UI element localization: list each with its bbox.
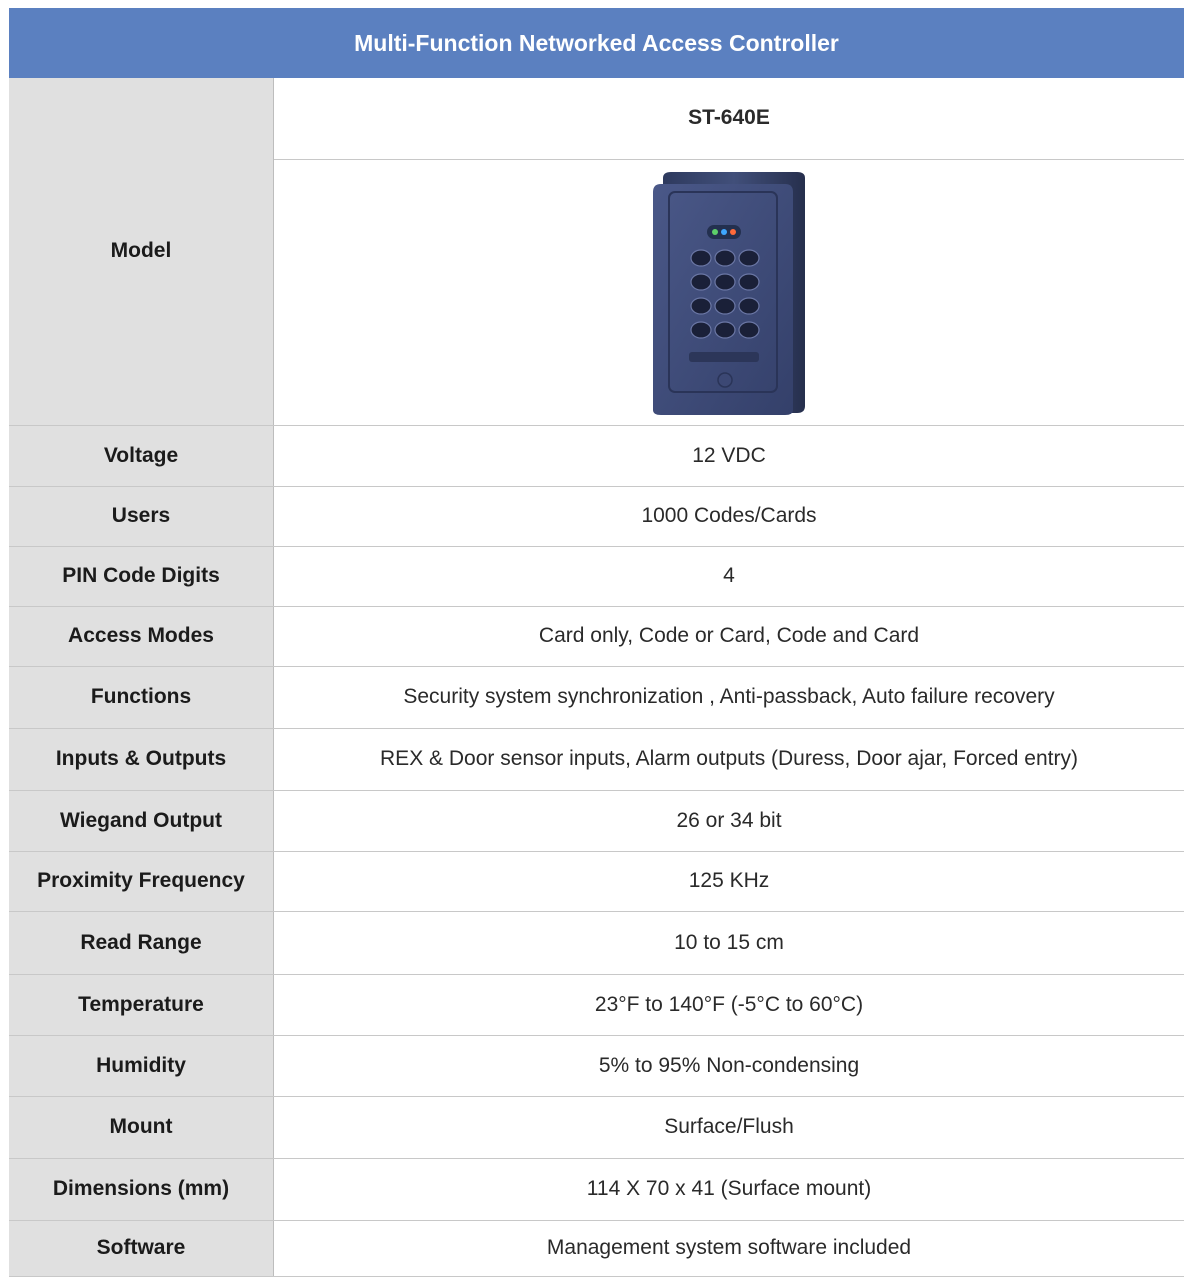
spec-row: PIN Code Digits 4 [9,546,1184,606]
spec-value: Card only, Code or Card, Code and Card [274,606,1184,666]
spec-row: Mount Surface/Flush [9,1096,1184,1158]
spec-value: Surface/Flush [274,1096,1184,1158]
spec-row: Software Management system software incl… [9,1220,1184,1276]
spec-row: Read Range 10 to 15 cm [9,911,1184,974]
model-row: Model ST-640E [9,78,1184,159]
spec-row: Wiegand Output 26 or 34 bit [9,790,1184,851]
spec-value: 10 to 15 cm [274,911,1184,974]
spec-row: Inputs & Outputs REX & Door sensor input… [9,728,1184,790]
spec-value: REX & Door sensor inputs, Alarm outputs … [274,728,1184,790]
spec-value: 1000 Codes/Cards [274,486,1184,546]
spec-row: Humidity 5% to 95% Non-condensing [9,1035,1184,1096]
spec-label: Humidity [9,1035,274,1096]
spec-value: 23°F to 140°F (-5°C to 60°C) [274,974,1184,1035]
spec-value: 4 [274,546,1184,606]
spec-label: Temperature [9,974,274,1035]
spec-row: Temperature 23°F to 140°F (-5°C to 60°C) [9,974,1184,1035]
spec-label: Inputs & Outputs [9,728,274,790]
spec-row: Users 1000 Codes/Cards [9,486,1184,546]
spec-label: Mount [9,1096,274,1158]
model-image-cell [274,159,1184,425]
spec-label: Read Range [9,911,274,974]
spec-label: Dimensions (mm) [9,1158,274,1220]
spec-label: Proximity Frequency [9,851,274,911]
spec-label: Functions [9,666,274,728]
spec-value: 12 VDC [274,425,1184,486]
spec-row: Functions Security system synchronizatio… [9,666,1184,728]
spec-row: Voltage 12 VDC [9,425,1184,486]
keypad-access-controller-icon [649,170,809,415]
spec-label: Wiegand Output [9,790,274,851]
spec-label: Users [9,486,274,546]
spec-row: Dimensions (mm) 114 X 70 x 41 (Surface m… [9,1158,1184,1220]
spec-value: 114 X 70 x 41 (Surface mount) [274,1158,1184,1220]
spec-sheet: Multi-Function Networked Access Controll… [0,0,1184,1275]
spec-value: Security system synchronization , Anti-p… [274,666,1184,728]
table-title: Multi-Function Networked Access Controll… [9,8,1184,78]
spec-table: Model ST-640E [9,78,1184,1277]
spec-value: 125 KHz [274,851,1184,911]
spec-row: Proximity Frequency 125 KHz [9,851,1184,911]
spec-value: 5% to 95% Non-condensing [274,1035,1184,1096]
model-name: ST-640E [274,78,1184,159]
model-label: Model [9,78,274,425]
spec-label: Voltage [9,425,274,486]
spec-label: PIN Code Digits [9,546,274,606]
spec-value: 26 or 34 bit [274,790,1184,851]
spec-label: Software [9,1220,274,1276]
spec-value: Management system software included [274,1220,1184,1276]
spec-label: Access Modes [9,606,274,666]
spec-row: Access Modes Card only, Code or Card, Co… [9,606,1184,666]
